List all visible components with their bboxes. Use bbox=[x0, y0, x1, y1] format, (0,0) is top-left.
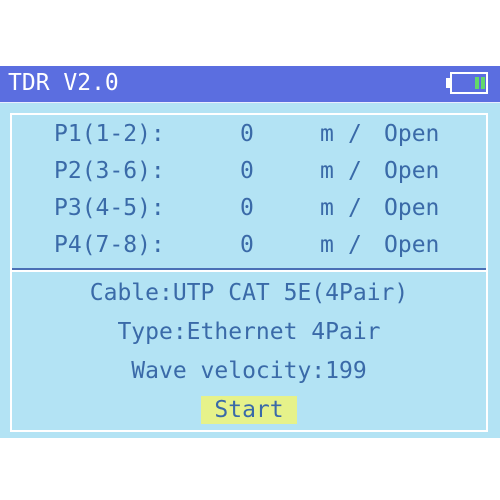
pair-unit: m bbox=[320, 232, 334, 258]
pair-label: P2(3-6): bbox=[54, 158, 165, 184]
type-info: Type:Ethernet 4Pair bbox=[117, 319, 381, 345]
pair-status: Open bbox=[384, 232, 440, 258]
tdr-screen: TDR V2.0 P1(1-2): 0 m / Open P2(3-6): 0 … bbox=[0, 66, 500, 438]
pair-row-1: P1(1-2): 0 m / Open bbox=[12, 121, 486, 151]
pair-row-3: P3(4-5): 0 m / Open bbox=[12, 195, 486, 225]
pair-status: Open bbox=[384, 158, 440, 184]
pair-unit: m bbox=[320, 195, 334, 221]
start-button[interactable]: Start bbox=[201, 396, 297, 424]
battery-full-icon bbox=[446, 72, 488, 94]
pair-separator: / bbox=[348, 195, 362, 221]
pair-label: P3(4-5): bbox=[54, 195, 165, 221]
cable-info: Cable:UTP CAT 5E(4Pair) bbox=[89, 280, 409, 306]
pair-separator: / bbox=[348, 121, 362, 147]
title-bar: TDR V2.0 bbox=[0, 66, 500, 103]
pair-row-2: P2(3-6): 0 m / Open bbox=[12, 158, 486, 188]
results-panel: P1(1-2): 0 m / Open P2(3-6): 0 m / Open … bbox=[10, 113, 488, 432]
pair-length: 0 bbox=[240, 195, 254, 221]
pair-separator: / bbox=[348, 158, 362, 184]
pair-length: 0 bbox=[240, 158, 254, 184]
pair-label: P4(7-8): bbox=[54, 232, 165, 258]
pair-status: Open bbox=[384, 195, 440, 221]
battery-cell bbox=[475, 77, 479, 89]
pair-unit: m bbox=[320, 121, 334, 147]
app-title: TDR V2.0 bbox=[8, 70, 119, 96]
battery-cell bbox=[481, 77, 485, 89]
pair-separator: / bbox=[348, 232, 362, 258]
pair-unit: m bbox=[320, 158, 334, 184]
wave-velocity-info: Wave velocity:199 bbox=[131, 358, 367, 384]
pair-row-4: P4(7-8): 0 m / Open bbox=[12, 232, 486, 262]
pair-length: 0 bbox=[240, 232, 254, 258]
battery-body bbox=[450, 72, 488, 94]
pair-length: 0 bbox=[240, 121, 254, 147]
section-divider bbox=[12, 268, 486, 272]
pair-status: Open bbox=[384, 121, 440, 147]
pair-label: P1(1-2): bbox=[54, 121, 165, 147]
